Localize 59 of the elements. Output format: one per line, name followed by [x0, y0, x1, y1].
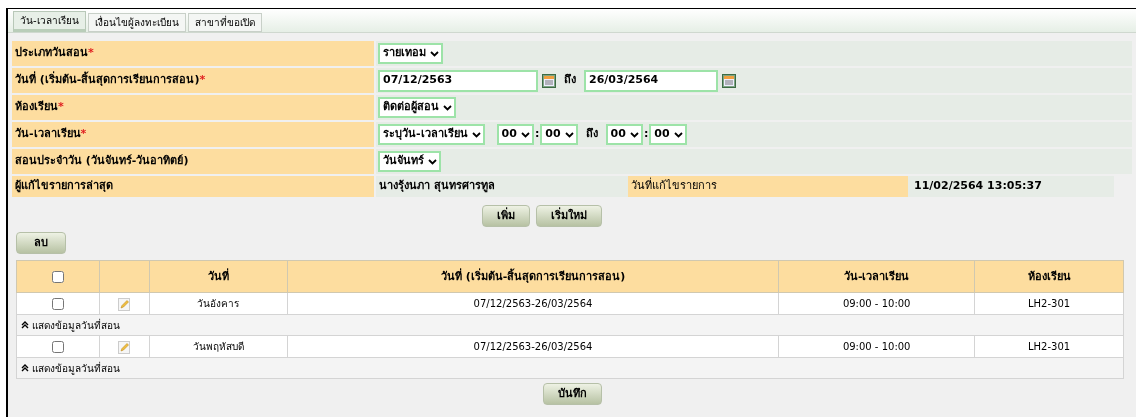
form-label: ห้องเรียน* [12, 95, 374, 120]
form-label: สอนประจำวัน (วันจันทร์-วันอาทิตย์) [12, 149, 374, 174]
form-label: วันที่แก้ไขรายการ [628, 176, 908, 197]
table-cell: วันอังคาร [149, 292, 288, 315]
dropdown[interactable]: วันจันทร์ [378, 151, 441, 172]
chevron-down-icon [629, 131, 639, 138]
editor-name: นางรุ้งนภา สุนทรศารทูล [376, 176, 628, 197]
details-toggle-link[interactable]: แสดงข้อมูลวันที่สอน [21, 360, 120, 376]
date-field[interactable]: 07/12/2563 [378, 69, 538, 92]
form-button[interactable]: เริ่มใหม่ [536, 205, 602, 227]
column-header: ห้องเรียน [974, 260, 1124, 293]
chevron-down-icon [428, 158, 437, 165]
separator-text: ถึง [585, 126, 598, 143]
double-chevron-up-icon [21, 321, 29, 329]
table-cell: 07/12/2563-26/03/2564 [287, 335, 779, 358]
chevron-down-icon [520, 131, 530, 138]
separator-text: ถึง [564, 72, 576, 89]
column-header: วันที่ (เริ่มต้น-สิ้นสุดการเรียนการสอน) [287, 260, 779, 293]
tab[interactable]: สาขาที่ขอเปิด [187, 13, 262, 32]
colon-text: : [534, 126, 540, 143]
form-label: ประเภทวันสอน* [12, 41, 374, 66]
table-cell: 09:00 - 10:00 [778, 335, 975, 358]
form-label: ผู้แก้ไขรายการล่าสุด [12, 176, 374, 197]
colon-text: : [643, 126, 649, 143]
form-label: วัน-เวลาเรียน* [12, 122, 374, 147]
dropdown[interactable]: ระบุวัน-เวลาเรียน [378, 124, 485, 145]
details-toggle-link[interactable]: แสดงข้อมูลวันที่สอน [21, 317, 120, 333]
minute-dropdown[interactable]: 00 [540, 124, 578, 145]
checkbox[interactable] [51, 271, 64, 284]
column-header: วันที่ [149, 260, 288, 293]
date-field[interactable]: 26/03/2564 [584, 69, 718, 92]
tab[interactable]: เงื่อนไขผู้ลงทะเบียน [87, 13, 186, 32]
edit-date: 11/02/2564 13:05:37 [908, 176, 1114, 197]
table-cell: LH2-301 [974, 335, 1124, 358]
form-button[interactable]: เพิ่ม [482, 205, 530, 227]
hour-dropdown[interactable]: 00 [605, 124, 643, 145]
table-cell: 09:00 - 10:00 [778, 292, 975, 315]
chevron-down-icon [673, 131, 683, 138]
chevron-down-icon [430, 50, 439, 57]
dropdown[interactable]: รายเทอม [378, 43, 443, 64]
delete-button[interactable]: ลบ [16, 232, 66, 255]
minute-dropdown[interactable]: 00 [649, 124, 687, 145]
checkbox[interactable] [51, 298, 64, 311]
form-label: วันที่ (เริ่มต้น-สิ้นสุดการเรียนการสอน)* [12, 68, 374, 93]
save-button[interactable]: บันทึก [542, 383, 602, 406]
table-cell: LH2-301 [974, 292, 1124, 315]
column-header: วัน-เวลาเรียน [778, 260, 975, 293]
checkbox[interactable] [51, 341, 64, 354]
chevron-down-icon [564, 131, 574, 138]
table-cell: วันพฤหัสบดี [149, 335, 288, 358]
dropdown[interactable]: ติดต่อผู้สอน [378, 97, 456, 118]
hour-dropdown[interactable]: 00 [496, 124, 534, 145]
tab[interactable]: วัน-เวลาเรียน [13, 11, 86, 32]
calendar-icon[interactable] [722, 73, 736, 88]
table-cell: 07/12/2563-26/03/2564 [287, 292, 779, 315]
calendar-icon[interactable] [542, 73, 556, 88]
chevron-down-icon [443, 104, 452, 111]
chevron-down-icon [471, 131, 481, 138]
double-chevron-up-icon [21, 364, 29, 372]
